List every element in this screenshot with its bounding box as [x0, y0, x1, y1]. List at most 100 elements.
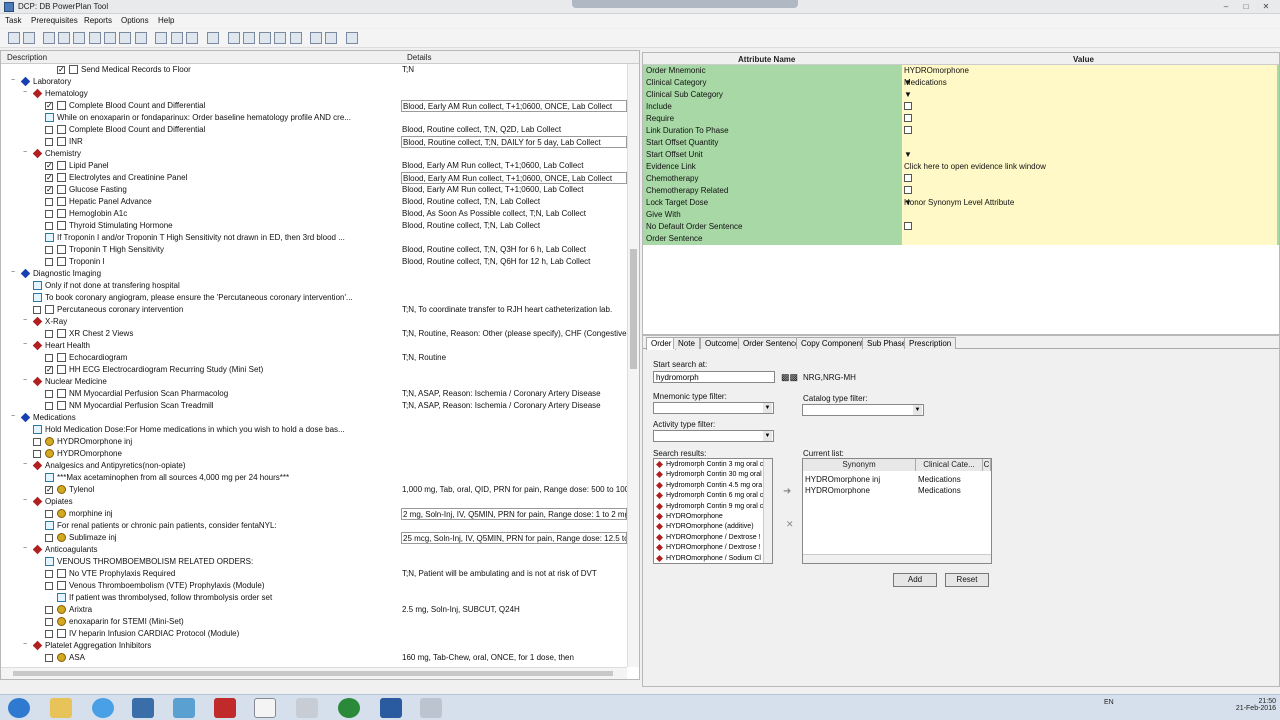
- tools-icon[interactable]: [296, 698, 318, 718]
- attribute-value[interactable]: [901, 221, 1277, 233]
- export-icon[interactable]: [346, 32, 358, 44]
- row-checkbox[interactable]: [45, 510, 53, 518]
- search-result-item[interactable]: Hydromorph Contin 30 mg oral: [654, 470, 764, 480]
- tree-row[interactable]: ✓ HH ECG Electrocardiogram Recurring Stud…: [1, 364, 627, 376]
- attribute-value[interactable]: [901, 125, 1277, 137]
- row-checkbox[interactable]: ✓: [45, 102, 53, 110]
- row-checkbox[interactable]: ✓: [45, 366, 53, 374]
- tree-row[interactable]: HYDROmorphone: [1, 448, 627, 460]
- col-description[interactable]: Description: [7, 53, 47, 62]
- tree-row[interactable]: HYDROmorphone inj: [1, 436, 627, 448]
- tree-row[interactable]: Troponin I Blood, Routine collect, T;N, Q…: [1, 256, 627, 268]
- tree-row[interactable]: Sublimaze inj 25 mcg, Soln-Inj, IV, Q5MIN…: [1, 532, 627, 544]
- catalog-filter-select[interactable]: ▼: [802, 404, 924, 416]
- attribute-value[interactable]: Click here to open evidence link window: [901, 161, 1277, 173]
- chevron-down-icon[interactable]: ▼: [904, 78, 1275, 87]
- activity-filter-select[interactable]: ▼: [653, 430, 774, 442]
- tree-row[interactable]: Percutaneous coronary intervention T;N, T…: [1, 304, 627, 316]
- app-icon[interactable]: [214, 698, 236, 718]
- attribute-value[interactable]: [901, 173, 1277, 185]
- tree-row[interactable]: − Chemistry: [1, 148, 627, 160]
- col-synonym[interactable]: Synonym: [803, 459, 916, 471]
- attribute-value[interactable]: [901, 233, 1277, 245]
- collapse-toggle-icon[interactable]: −: [9, 269, 17, 278]
- row-checkbox[interactable]: [45, 390, 53, 398]
- tree-row[interactable]: − X-Ray: [1, 316, 627, 328]
- tree-row[interactable]: ✓ Lipid Panel Blood, Early AM Run collect,…: [1, 160, 627, 172]
- row-checkbox[interactable]: ✓: [45, 486, 53, 494]
- maximize-icon[interactable]: □: [1238, 2, 1254, 12]
- tree-row[interactable]: For renal patients or chronic pain patie…: [1, 520, 627, 532]
- collapse-toggle-icon[interactable]: −: [21, 317, 29, 326]
- remove-icon[interactable]: ✕: [786, 519, 794, 530]
- tree-row[interactable]: ✓ Complete Blood Count and Differential Bl…: [1, 100, 627, 112]
- tree-row[interactable]: Hepatic Panel Advance Blood, Routine coll…: [1, 196, 627, 208]
- row-checkbox[interactable]: [45, 630, 53, 638]
- tree-row[interactable]: − Hematology: [1, 88, 627, 100]
- minimize-icon[interactable]: –: [1218, 2, 1234, 12]
- attribute-checkbox[interactable]: [904, 126, 912, 134]
- row-checkbox[interactable]: [33, 438, 41, 446]
- start-icon[interactable]: [8, 698, 30, 718]
- properties-icon[interactable]: [186, 32, 198, 44]
- row-checkbox[interactable]: [45, 570, 53, 578]
- indent-icon[interactable]: [325, 32, 337, 44]
- tree-row[interactable]: Hold Medication Dose:For Home medication…: [1, 424, 627, 436]
- refresh-icon[interactable]: [135, 32, 147, 44]
- current-synonym[interactable]: HYDROmorphone inj: [805, 475, 880, 484]
- search-result-item[interactable]: HYDROmorphone (additive): [654, 522, 764, 532]
- row-checkbox[interactable]: [45, 354, 53, 362]
- search-result-item[interactable]: HYDROmorphone: [654, 512, 764, 522]
- tree-row[interactable]: ASA 160 mg, Tab-Chew, oral, ONCE, for 1 d…: [1, 652, 627, 664]
- menu-help[interactable]: Help: [158, 16, 174, 25]
- row-checkbox[interactable]: ✓: [45, 162, 53, 170]
- menu-prerequisites[interactable]: Prerequisites: [31, 16, 78, 25]
- scroll-thumb[interactable]: [630, 249, 637, 369]
- paste-special-icon[interactable]: [119, 32, 131, 44]
- tree-row[interactable]: Only if not done at transfering hospital: [1, 280, 627, 292]
- row-checkbox[interactable]: [45, 582, 53, 590]
- language-indicator[interactable]: EN: [1104, 699, 1114, 706]
- chevron-down-icon[interactable]: ▼: [904, 90, 1275, 99]
- save-icon[interactable]: [43, 32, 55, 44]
- tree-row[interactable]: − Medications: [1, 412, 627, 424]
- collapse-toggle-icon[interactable]: −: [9, 77, 17, 86]
- collapse-toggle-icon[interactable]: −: [21, 641, 29, 650]
- paste-icon[interactable]: [104, 32, 116, 44]
- row-checkbox[interactable]: [45, 534, 53, 542]
- tree-row[interactable]: − Platelet Aggregation Inhibitors: [1, 640, 627, 652]
- col-c[interactable]: C: [983, 459, 991, 471]
- row-checkbox[interactable]: [45, 330, 53, 338]
- edit-icon[interactable]: [73, 32, 85, 44]
- attribute-value[interactable]: HYDROmorphone: [901, 65, 1277, 77]
- tree-row[interactable]: − Anticoagulants: [1, 544, 627, 556]
- add-component-icon[interactable]: [243, 32, 255, 44]
- app-icon[interactable]: [173, 698, 195, 718]
- row-checkbox[interactable]: [45, 222, 53, 230]
- collapse-toggle-icon[interactable]: −: [21, 377, 29, 386]
- search-result-item[interactable]: HYDROmorphone / Sodium Cl: [654, 554, 764, 563]
- tree-row[interactable]: ✓ Electrolytes and Creatinine Panel Blood,…: [1, 172, 627, 184]
- move-down-icon[interactable]: [274, 32, 286, 44]
- tree-row[interactable]: ✓ Tylenol 1,000 mg, Tab, oral, QID, PRN fo…: [1, 484, 627, 496]
- add-button[interactable]: Add: [893, 573, 937, 587]
- collapse-toggle-icon[interactable]: −: [9, 413, 17, 422]
- tree-row[interactable]: ✓ Glucose Fasting Blood, Early AM Run coll…: [1, 184, 627, 196]
- attribute-value[interactable]: [901, 101, 1277, 113]
- tree-row[interactable]: − Diagnostic Imaging: [1, 268, 627, 280]
- mnemonic-filter-select[interactable]: ▼: [653, 402, 774, 414]
- search-input[interactable]: hydromorph: [653, 371, 775, 383]
- row-checkbox[interactable]: [45, 198, 53, 206]
- collapse-toggle-icon[interactable]: −: [21, 461, 29, 470]
- clock[interactable]: 21:50 21-Feb-2016: [1218, 698, 1276, 712]
- outline-icon[interactable]: [310, 32, 322, 44]
- row-checkbox[interactable]: [45, 126, 53, 134]
- collapse-toggle-icon[interactable]: −: [21, 497, 29, 506]
- app-icon[interactable]: [380, 698, 402, 718]
- document-icon[interactable]: [155, 32, 167, 44]
- copy-icon[interactable]: [58, 32, 70, 44]
- row-checkbox[interactable]: ✓: [45, 174, 53, 182]
- tree-row[interactable]: Complete Blood Count and Differential Blo…: [1, 124, 627, 136]
- attribute-checkbox[interactable]: [904, 222, 912, 230]
- tree-row[interactable]: If Troponin I and/or Troponin T High Sen…: [1, 232, 627, 244]
